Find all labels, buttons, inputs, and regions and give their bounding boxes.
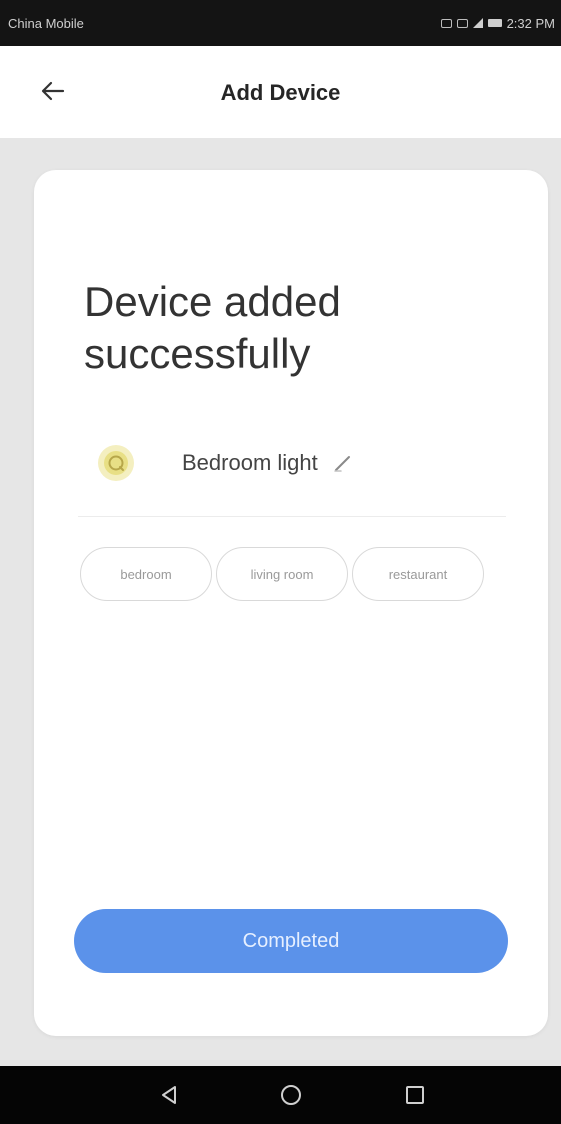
screen: China Mobile 2:32 PM Add Device Device a…	[0, 0, 561, 1124]
room-chip-restaurant[interactable]: restaurant	[352, 547, 484, 601]
device-row: Bedroom light	[96, 438, 356, 488]
carrier-label: China Mobile	[8, 15, 84, 31]
signal-icon	[472, 18, 483, 28]
pencil-icon[interactable]	[330, 450, 356, 476]
success-headline: Device added successfully	[84, 278, 341, 377]
room-chip-bedroom[interactable]: bedroom	[80, 547, 212, 601]
nfc-icon	[456, 18, 468, 28]
success-card: Device added successfully Bedroom light	[34, 170, 548, 1036]
device-name: Bedroom light	[182, 450, 318, 475]
clock-label: 2:32 PM	[506, 15, 555, 31]
page-title: Add Device	[220, 80, 341, 105]
navigation-bar	[0, 1066, 561, 1124]
bulb-icon	[96, 443, 136, 483]
header: Add Device	[0, 46, 561, 138]
room-chip-living-room[interactable]: living room	[216, 547, 348, 601]
square-recents-icon[interactable]	[400, 1080, 430, 1110]
room-chips: bedroom living room restaurant	[80, 547, 484, 601]
completed-button[interactable]: Completed	[74, 909, 508, 973]
status-icons: 2:32 PM	[440, 15, 555, 31]
status-bar: China Mobile 2:32 PM	[0, 0, 561, 46]
triangle-back-icon[interactable]	[154, 1080, 184, 1110]
divider	[78, 516, 506, 517]
battery-icon	[487, 19, 502, 27]
circle-home-icon[interactable]	[276, 1080, 306, 1110]
vibrate-icon	[440, 18, 452, 28]
